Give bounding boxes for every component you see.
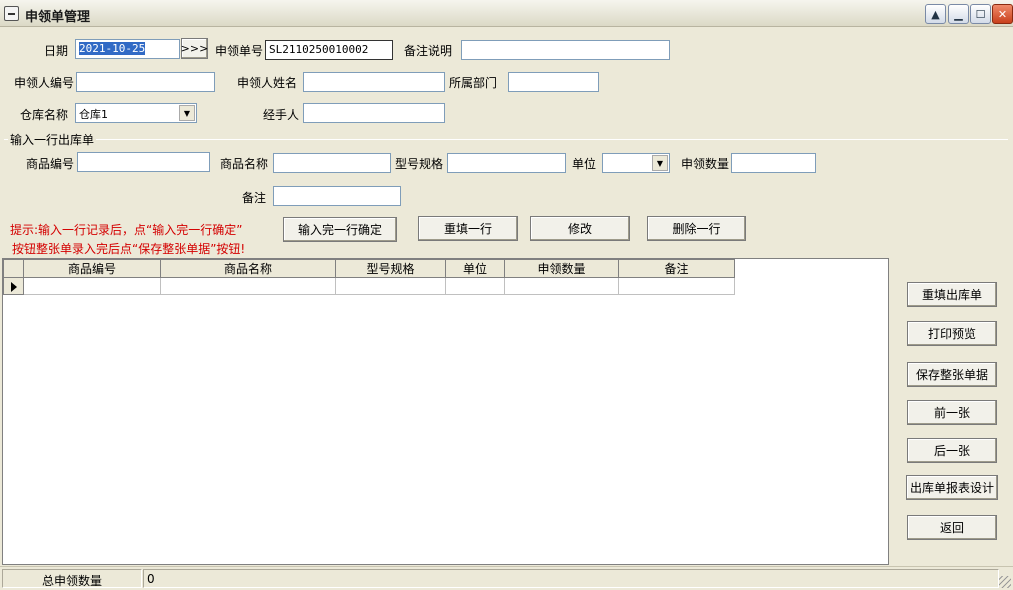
col-header-note[interactable]: 备注 xyxy=(618,259,735,278)
total-qty-value: 0 xyxy=(143,569,999,588)
window-title: 申领单管理 xyxy=(25,10,91,25)
hint-line-1: 提示:输入一行记录后，点“输入完一行确定” xyxy=(10,223,243,237)
delete-row-button[interactable]: 删除一行 xyxy=(647,216,746,241)
cell-product-id[interactable] xyxy=(23,277,161,295)
warehouse-select[interactable]: 仓库1 ▼ xyxy=(75,103,197,123)
spec-label: 型号规格 xyxy=(395,157,444,171)
save-form-button[interactable]: 保存整张单据 xyxy=(907,362,997,387)
help-up-icon[interactable]: ▲ xyxy=(925,4,946,24)
prev-button[interactable]: 前一张 xyxy=(907,400,997,425)
applicant-id-field[interactable] xyxy=(76,72,215,92)
col-header-product-name[interactable]: 商品名称 xyxy=(160,259,336,278)
note-field[interactable] xyxy=(273,186,401,206)
department-field[interactable] xyxy=(508,72,599,92)
cell-unit[interactable] xyxy=(445,277,505,295)
remark-label: 备注说明 xyxy=(404,44,453,58)
next-button[interactable]: 后一张 xyxy=(907,438,997,463)
status-bar: 总申领数量 0 xyxy=(0,566,1013,590)
department-label: 所属部门 xyxy=(449,76,498,90)
remark-field[interactable] xyxy=(461,40,670,60)
warehouse-label: 仓库名称 xyxy=(20,108,69,122)
chevron-down-icon[interactable]: ▼ xyxy=(652,155,668,171)
cell-product-name[interactable] xyxy=(160,277,336,295)
window-menu-icon[interactable] xyxy=(4,6,19,21)
table-row[interactable] xyxy=(3,277,735,295)
confirm-row-button[interactable]: 输入完一行确定 xyxy=(283,217,397,242)
unit-select[interactable]: ▼ xyxy=(602,153,670,173)
close-button[interactable]: ✕ xyxy=(992,4,1013,24)
title-bar: 申领单管理 ▲ ▁ ☐ ✕ xyxy=(0,0,1013,27)
cell-note[interactable] xyxy=(618,277,735,295)
maximize-button[interactable]: ☐ xyxy=(970,4,991,24)
refill-form-button[interactable]: 重填出库单 xyxy=(907,282,997,307)
applicant-name-label: 申领人姓名 xyxy=(237,76,298,90)
modify-button[interactable]: 修改 xyxy=(530,216,630,241)
resize-grip-icon[interactable] xyxy=(999,576,1011,588)
handler-label: 经手人 xyxy=(263,108,300,122)
report-design-button[interactable]: 出库单报表设计 xyxy=(906,475,998,500)
chevron-down-icon[interactable]: ▼ xyxy=(179,105,195,121)
warehouse-value: 仓库1 xyxy=(79,108,108,121)
back-button[interactable]: 返回 xyxy=(907,515,997,540)
entry-group-title: 输入一行出库单 xyxy=(8,131,97,148)
refill-row-button[interactable]: 重填一行 xyxy=(418,216,518,241)
group-divider xyxy=(4,139,1008,140)
print-preview-button[interactable]: 打印预览 xyxy=(907,321,997,346)
date-label: 日期 xyxy=(44,44,69,58)
grid-table: 商品编号 商品名称 型号规格 单位 申领数量 备注 xyxy=(3,259,735,295)
grid-corner xyxy=(3,259,24,278)
product-id-label: 商品编号 xyxy=(26,157,75,171)
col-header-unit[interactable]: 单位 xyxy=(445,259,505,278)
order-lines-grid[interactable]: 商品编号 商品名称 型号规格 单位 申领数量 备注 xyxy=(2,258,889,565)
col-header-qty[interactable]: 申领数量 xyxy=(504,259,619,278)
product-id-field[interactable] xyxy=(77,152,210,172)
qty-label: 申领数量 xyxy=(681,157,730,171)
grid-header-row: 商品编号 商品名称 型号规格 单位 申领数量 备注 xyxy=(3,259,735,278)
qty-field[interactable] xyxy=(731,153,816,173)
date-value: 2021-10-25 xyxy=(79,42,146,55)
handler-field[interactable] xyxy=(303,103,445,123)
date-picker-button[interactable]: >>> xyxy=(181,38,208,59)
cell-spec[interactable] xyxy=(335,277,446,295)
product-name-field[interactable] xyxy=(273,153,391,173)
col-header-spec[interactable]: 型号规格 xyxy=(335,259,446,278)
unit-label: 单位 xyxy=(572,157,597,171)
current-row-indicator xyxy=(3,277,24,295)
date-field[interactable]: 2021-10-25 xyxy=(75,39,180,59)
hint-line-2: 按钮整张单录入完后点“保存整张单据”按钮! xyxy=(12,242,246,256)
order-no-label: 申领单号 xyxy=(215,44,264,58)
minimize-button[interactable]: ▁ xyxy=(948,4,969,24)
note-label: 备注 xyxy=(242,191,267,205)
applicant-id-label: 申领人编号 xyxy=(14,76,75,90)
order-no-field[interactable]: SL2110250010002 xyxy=(265,40,393,60)
cell-qty[interactable] xyxy=(504,277,619,295)
row-pointer-icon xyxy=(10,281,17,292)
col-header-product-id[interactable]: 商品编号 xyxy=(23,259,161,278)
product-name-label: 商品名称 xyxy=(220,157,269,171)
spec-field[interactable] xyxy=(447,153,566,173)
applicant-name-field[interactable] xyxy=(303,72,445,92)
total-qty-label: 总申领数量 xyxy=(2,569,142,588)
